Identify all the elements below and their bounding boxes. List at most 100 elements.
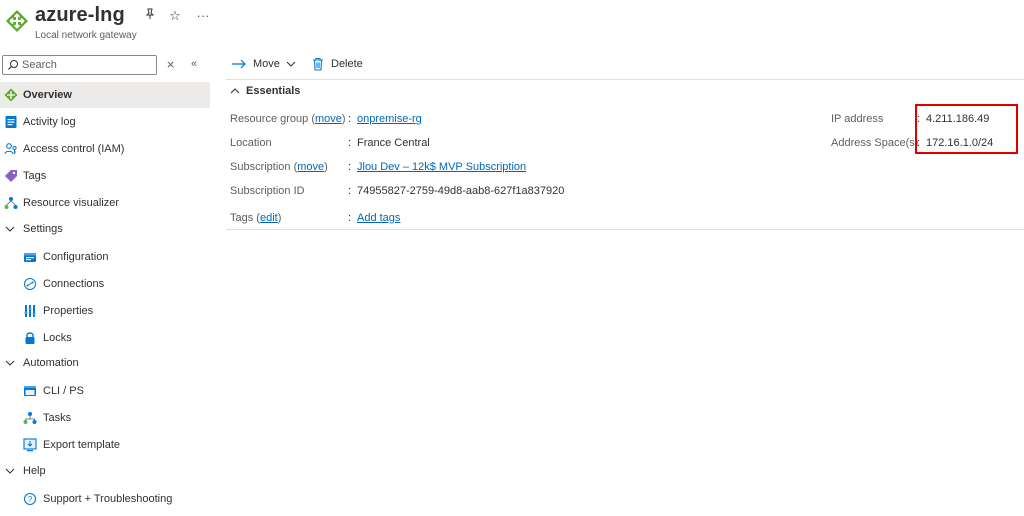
chevron-down-icon (5, 468, 15, 474)
page-title: azure-lng (35, 4, 125, 26)
sidebar-item-label: Activity log (23, 116, 76, 128)
sidebar-item-label: Locks (43, 332, 72, 344)
essentials-title: Essentials (246, 85, 301, 97)
move-button[interactable]: Move (232, 52, 307, 76)
sidebar-item-support[interactable]: ? Support + Troubleshooting (0, 486, 210, 512)
sidebar-group-help[interactable]: Help (0, 458, 210, 484)
sidebar: Search ⨯ « Overview Activity log Access … (0, 46, 210, 516)
chevron-down-icon (286, 61, 296, 67)
page-subtitle: Local network gateway (35, 30, 137, 41)
sidebar-item-resource-visualizer[interactable]: Resource visualizer (0, 190, 210, 216)
sidebar-item-configuration[interactable]: Configuration (0, 244, 210, 270)
properties-icon (24, 305, 36, 317)
more-icon[interactable]: ··· (195, 8, 211, 24)
search-placeholder: Search (22, 59, 57, 71)
resource-group-label: Resource group (move) (230, 113, 346, 125)
export-template-icon (23, 438, 37, 452)
chevron-down-icon (5, 360, 15, 366)
location-value: France Central (357, 137, 430, 149)
sidebar-item-cli-ps[interactable]: CLI / PS (0, 378, 210, 404)
tags-edit-link[interactable]: edit (260, 212, 278, 224)
resource-group-label-text: Resource group ( (230, 113, 315, 125)
resource-group-label-close: ) (341, 113, 346, 125)
subscription-id-label: Subscription ID (230, 185, 305, 197)
support-icon: ? (23, 492, 37, 506)
sidebar-item-tags[interactable]: Tags (0, 163, 210, 189)
sidebar-item-export-template[interactable]: Export template (0, 432, 210, 458)
colon: : (348, 137, 352, 149)
subscription-link[interactable]: Jlou Dev – 12k$ MVP Subscription (357, 161, 526, 173)
sidebar-group-settings[interactable]: Settings (0, 216, 210, 242)
tags-label-close: ) (277, 212, 282, 224)
delete-label: Delete (331, 58, 363, 70)
essentials-toggle[interactable]: Essentials (230, 85, 300, 97)
activity-log-icon (5, 116, 17, 128)
sidebar-item-iam[interactable]: Access control (IAM) (0, 136, 210, 162)
resource-group-link[interactable]: onpremise-rg (357, 113, 422, 125)
colon: : (348, 161, 352, 173)
local-network-gateway-icon (4, 88, 18, 102)
local-network-gateway-icon (6, 10, 28, 32)
pin-icon[interactable] (142, 8, 158, 24)
svg-text:?: ? (28, 495, 33, 504)
star-icon[interactable]: ☆ (167, 8, 183, 24)
sidebar-item-label: Properties (43, 305, 94, 317)
colon: : (348, 212, 352, 224)
lock-icon (25, 332, 35, 344)
resource-group-move-link[interactable]: move (315, 113, 342, 125)
sidebar-item-properties[interactable]: Properties (0, 298, 210, 324)
sidebar-group-automation[interactable]: Automation (0, 350, 210, 376)
sidebar-item-label: Configuration (43, 251, 109, 263)
subscription-label-text: Subscription ( (230, 161, 298, 173)
add-tags-link[interactable]: Add tags (357, 212, 400, 224)
search-input[interactable]: Search (2, 55, 157, 75)
sidebar-item-label: CLI / PS (43, 385, 84, 397)
subscription-label: Subscription (move) (230, 161, 328, 173)
tag-icon (5, 170, 17, 182)
sidebar-group-label: Settings (23, 223, 63, 235)
iam-icon (4, 143, 17, 155)
sidebar-item-label: Tags (23, 170, 47, 182)
sidebar-item-label: Tasks (43, 412, 72, 424)
sidebar-item-activity-log[interactable]: Activity log (0, 109, 210, 135)
clear-filter-icon[interactable]: ⨯ (166, 58, 175, 71)
tags-label: Tags (edit) (230, 212, 281, 224)
sidebar-item-tasks[interactable]: Tasks (0, 405, 210, 431)
move-label: Move (253, 58, 280, 70)
sidebar-item-label: Resource visualizer (23, 197, 119, 209)
sidebar-group-label: Help (23, 465, 46, 477)
address-space-label: Address Space(s) (831, 137, 919, 149)
chevron-up-icon (230, 88, 240, 94)
colon: : (348, 113, 352, 125)
resource-header: azure-lng Local network gateway ☆ ··· (0, 0, 1024, 46)
sidebar-item-connections[interactable]: Connections (0, 271, 210, 297)
delete-button[interactable]: Delete (312, 52, 372, 76)
cli-icon (24, 386, 36, 396)
tasks-icon (23, 412, 37, 424)
location-label: Location (230, 137, 272, 149)
sidebar-item-label: Support + Troubleshooting (43, 493, 173, 505)
arrow-right-icon (232, 59, 246, 69)
sidebar-group-label: Automation (23, 357, 79, 369)
collapse-sidebar-icon[interactable]: « (191, 58, 197, 70)
sidebar-item-overview[interactable]: Overview (0, 82, 210, 108)
search-icon (8, 60, 18, 70)
sidebar-item-locks[interactable]: Locks (0, 325, 210, 351)
subscription-move-link[interactable]: move (297, 161, 324, 173)
configuration-icon (24, 253, 36, 262)
visualizer-icon (4, 197, 18, 209)
highlight-annotation (915, 104, 1018, 154)
trash-icon (313, 57, 323, 71)
chevron-down-icon (5, 226, 15, 232)
connections-icon (24, 278, 36, 290)
sidebar-item-label: Export template (43, 439, 121, 451)
subscription-id-value: 74955827-2759-49d8-aab8-627f1a837920 (357, 185, 565, 197)
toolbar-divider (226, 79, 1024, 80)
ip-address-label: IP address (831, 113, 884, 125)
colon: : (348, 185, 352, 197)
tags-label-text: Tags ( (230, 212, 260, 224)
subscription-label-close: ) (324, 161, 328, 173)
sidebar-item-label: Access control (IAM) (23, 143, 125, 155)
essentials-divider (226, 229, 1024, 230)
sidebar-item-label: Overview (23, 89, 72, 101)
